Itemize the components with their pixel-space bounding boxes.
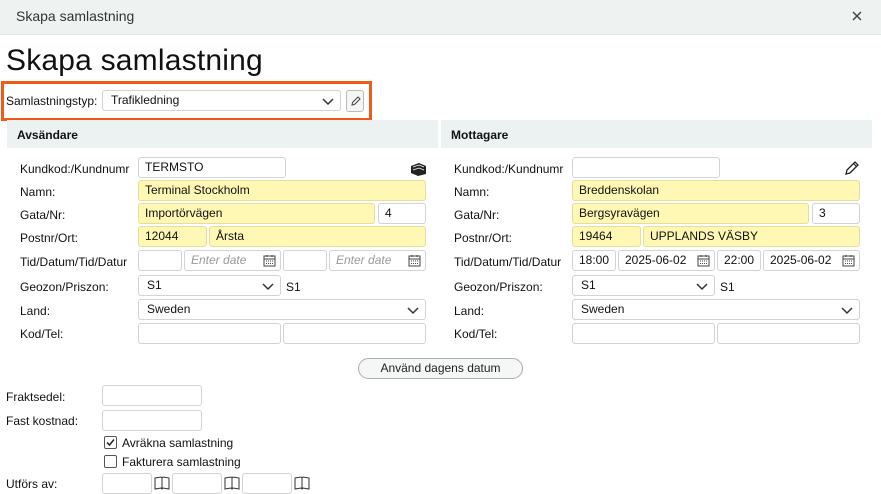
utfors-av-input-3[interactable] — [242, 473, 292, 494]
sender-geozon-select[interactable]: S1 — [138, 275, 281, 296]
sender-tid1-input[interactable] — [138, 250, 182, 271]
receiver-postnr-input[interactable]: 19464 — [572, 226, 641, 247]
receiver-geozon-label: Geozon/Priszon: — [454, 280, 543, 294]
sender-postnr-label: Postnr/Ort: — [20, 231, 79, 245]
utfors-av-label: Utförs av: — [6, 477, 58, 491]
chevron-down-icon — [841, 307, 853, 315]
sender-land-label: Land: — [20, 304, 51, 318]
use-today-date-button[interactable]: Använd dagens datum — [358, 358, 523, 379]
receiver-postnr-label: Postnr/Ort: — [454, 231, 513, 245]
sender-gata-input[interactable]: Importörvägen — [138, 203, 375, 224]
receiver-tid1-input[interactable]: 18:00 — [572, 250, 616, 271]
window-titlebar: Skapa samlastning — [0, 0, 881, 35]
sender-kundkod-input[interactable]: TERMSTO — [138, 157, 286, 178]
fraktsedel-label: Fraktsedel: — [6, 390, 66, 404]
chevron-down-icon — [262, 283, 274, 291]
sender-section-header: Avsändare — [7, 120, 438, 148]
utfors-av-input-2[interactable] — [172, 473, 222, 494]
fakturera-label: Fakturera samlastning — [122, 455, 241, 469]
pencil-icon — [351, 96, 361, 106]
receiver-kod-input[interactable] — [572, 323, 715, 344]
receiver-land-value: Sweden — [581, 302, 625, 316]
page-title: Skapa samlastning — [6, 44, 263, 77]
avrakna-checkbox[interactable] — [104, 436, 117, 449]
calendar-icon[interactable] — [263, 254, 276, 267]
sender-gata-label: Gata/Nr: — [20, 208, 66, 222]
sender-tid-label: Tid/Datum/Tid/Datur — [20, 255, 128, 269]
sender-tel-input[interactable] — [283, 323, 426, 344]
samlastningstyp-value: Trafikledning — [111, 93, 180, 107]
receiver-kundkod-label: Kundkod:/Kundnumr — [454, 162, 564, 176]
chevron-down-icon — [407, 307, 419, 315]
fast-kostnad-label: Fast kostnad: — [6, 414, 79, 428]
receiver-gata-input[interactable]: Bergsyravägen — [572, 203, 809, 224]
chevron-down-icon — [696, 283, 708, 291]
utfors-av-input-1[interactable] — [102, 473, 152, 494]
edit-samlastningstyp-button[interactable] — [346, 90, 364, 112]
receiver-nr-input[interactable]: 3 — [812, 203, 860, 224]
sender-datum1-placeholder: Enter date — [191, 253, 247, 267]
address-book-icon[interactable] — [410, 161, 427, 177]
receiver-kundkod-input[interactable] — [572, 157, 720, 178]
receiver-section-header: Mottagare — [441, 120, 872, 148]
receiver-geozon-select[interactable]: S1 — [572, 275, 715, 296]
receiver-namn-input[interactable]: Breddenskolan — [572, 180, 860, 201]
samlastningstyp-label: Samlastningstyp: — [6, 94, 98, 108]
samlastningstyp-select[interactable]: Trafikledning — [102, 90, 341, 111]
receiver-land-select[interactable]: Sweden — [572, 299, 860, 320]
sender-datum1-input[interactable]: Enter date — [184, 250, 281, 271]
receiver-tel-input[interactable] — [717, 323, 860, 344]
sender-postnr-input[interactable]: 12044 — [138, 226, 207, 247]
fakturera-checkbox[interactable] — [104, 455, 117, 468]
fraktsedel-input[interactable] — [102, 385, 202, 406]
sender-nr-input[interactable]: 4 — [378, 203, 426, 224]
receiver-tid2-input[interactable]: 22:00 — [717, 250, 761, 271]
receiver-kodtel-label: Kod/Tel: — [454, 327, 498, 341]
receiver-datum2-input[interactable]: 2025-06-02 — [763, 250, 860, 271]
sender-datum2-placeholder: Enter date — [336, 253, 392, 267]
checkmark-icon — [106, 439, 115, 447]
sender-kod-input[interactable] — [138, 323, 281, 344]
receiver-gata-label: Gata/Nr: — [454, 208, 500, 222]
receiver-datum2-value: 2025-06-02 — [770, 253, 832, 267]
book-icon[interactable] — [154, 476, 170, 490]
receiver-datum1-input[interactable]: 2025-06-02 — [618, 250, 715, 271]
fast-kostnad-input[interactable] — [102, 410, 202, 431]
window-title: Skapa samlastning — [16, 8, 135, 24]
book-icon[interactable] — [294, 476, 310, 490]
sender-land-select[interactable]: Sweden — [138, 299, 426, 320]
sender-geozon-value: S1 — [147, 278, 162, 292]
sender-geozon-label: Geozon/Priszon: — [20, 280, 109, 294]
sender-kundkod-label: Kundkod:/Kundnumr — [20, 162, 130, 176]
calendar-icon[interactable] — [408, 254, 421, 267]
book-icon[interactable] — [224, 476, 240, 490]
calendar-icon[interactable] — [842, 254, 855, 267]
receiver-land-label: Land: — [454, 304, 485, 318]
sender-datum2-input[interactable]: Enter date — [329, 250, 426, 271]
receiver-tid-label: Tid/Datum/Tid/Datur — [454, 255, 562, 269]
calendar-icon[interactable] — [697, 254, 710, 267]
chevron-down-icon — [322, 98, 334, 106]
receiver-geozon-value: S1 — [581, 278, 596, 292]
receiver-priszon-value: S1 — [720, 280, 735, 294]
receiver-namn-label: Namn: — [454, 185, 490, 199]
close-icon[interactable] — [849, 8, 865, 24]
sender-tid2-input[interactable] — [283, 250, 327, 271]
sender-ort-input[interactable]: Årsta — [209, 226, 426, 247]
pencil-icon[interactable] — [844, 160, 860, 176]
sender-namn-input[interactable]: Terminal Stockholm — [138, 180, 426, 201]
sender-namn-label: Namn: — [20, 185, 56, 199]
sender-kodtel-label: Kod/Tel: — [20, 327, 64, 341]
receiver-datum1-value: 2025-06-02 — [625, 253, 687, 267]
receiver-ort-input[interactable]: UPPLANDS VÄSBY — [643, 226, 860, 247]
sender-land-value: Sweden — [147, 302, 191, 316]
avrakna-label: Avräkna samlastning — [122, 436, 234, 450]
sender-priszon-value: S1 — [286, 280, 301, 294]
